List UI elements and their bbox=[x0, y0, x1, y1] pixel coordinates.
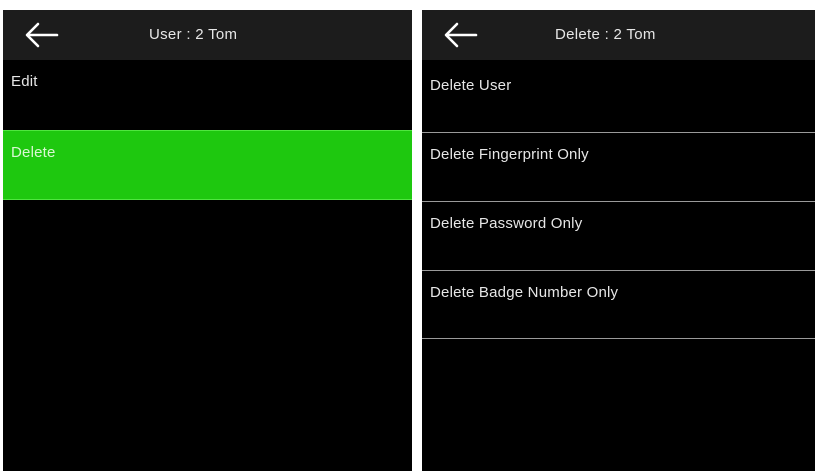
title-bar: User : 2 Tom bbox=[3, 10, 412, 60]
back-button[interactable] bbox=[438, 16, 482, 54]
page-title: User : 2 Tom bbox=[149, 26, 238, 43]
menu-item-label: Delete Password Only bbox=[430, 215, 583, 232]
back-button[interactable] bbox=[19, 16, 63, 54]
menu-item-label: Delete bbox=[11, 144, 56, 161]
menu-item-label: Edit bbox=[11, 73, 38, 90]
menu-item-edit[interactable]: Edit bbox=[3, 60, 412, 128]
menu-item-delete-badge-number-only[interactable]: Delete Badge Number Only bbox=[422, 271, 815, 339]
divider bbox=[422, 338, 815, 339]
menu-item-label: Delete Badge Number Only bbox=[430, 284, 619, 301]
menu-item-delete-fingerprint-only[interactable]: Delete Fingerprint Only bbox=[422, 133, 815, 201]
menu-item-delete-user[interactable]: Delete User bbox=[422, 64, 815, 132]
menu-item-label: Delete Fingerprint Only bbox=[430, 146, 589, 163]
arrow-left-icon bbox=[444, 22, 478, 48]
page-title: Delete : 2 Tom bbox=[555, 26, 656, 43]
delete-menu-screen: Delete : 2 Tom Delete User Delete Finger… bbox=[422, 10, 815, 471]
arrow-left-icon bbox=[25, 22, 59, 48]
menu-item-delete[interactable]: Delete bbox=[3, 130, 412, 200]
title-bar: Delete : 2 Tom bbox=[422, 10, 815, 60]
menu-item-delete-password-only[interactable]: Delete Password Only bbox=[422, 202, 815, 270]
menu-item-label: Delete User bbox=[430, 77, 512, 94]
user-menu-screen: User : 2 Tom Edit Delete bbox=[3, 10, 412, 471]
